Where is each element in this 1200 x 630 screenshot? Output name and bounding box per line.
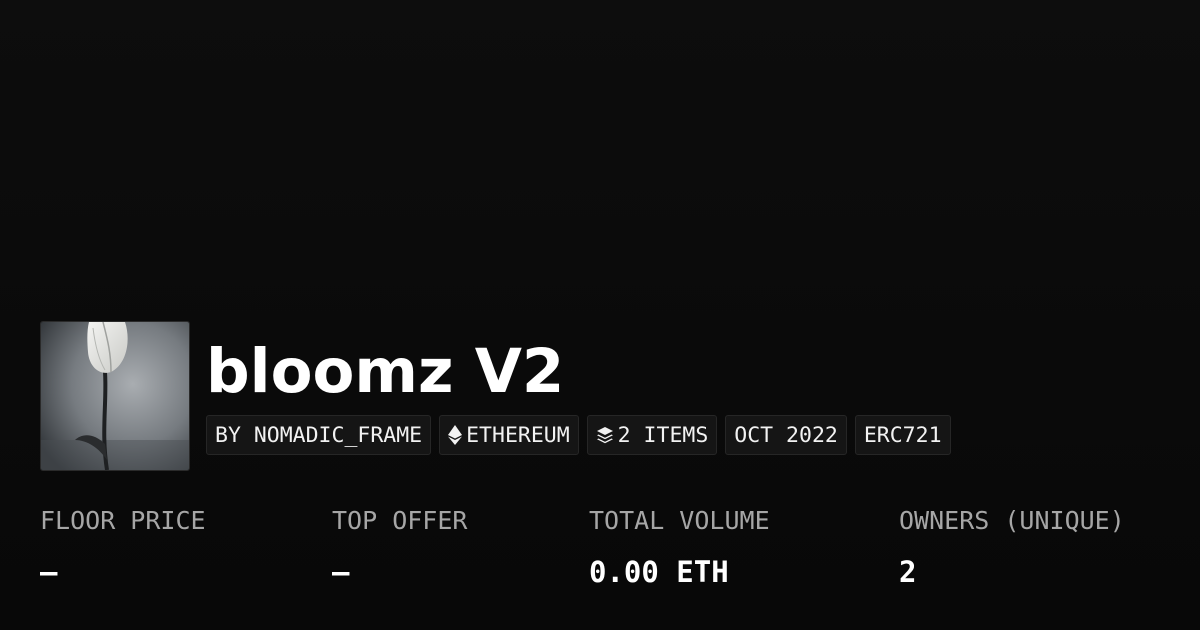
stat-value: – — [332, 555, 350, 589]
collection-stats: FLOOR PRICE – TOP OFFER – TOTAL VOLUME 0… — [0, 0, 1200, 630]
stat-top-offer: TOP OFFER – — [332, 505, 467, 589]
stat-value: – — [40, 555, 58, 589]
collection-share-card: bloomz V2 BY NOMADIC_FRAME ETHEREUM 2 IT… — [0, 0, 1200, 630]
stat-floor-price: FLOOR PRICE – — [40, 505, 206, 589]
stat-owners-unique: OWNERS (UNIQUE) 2 — [899, 505, 1125, 589]
stat-label: TOP OFFER — [332, 506, 468, 535]
stat-label: OWNERS (UNIQUE) — [899, 506, 1125, 535]
stat-value: 2 — [899, 555, 917, 589]
stat-label: TOTAL VOLUME — [589, 506, 770, 535]
stat-label: FLOOR PRICE — [40, 506, 206, 535]
stat-value: 0.00 ETH — [589, 555, 729, 589]
stat-total-volume: TOTAL VOLUME 0.00 ETH — [589, 505, 770, 589]
